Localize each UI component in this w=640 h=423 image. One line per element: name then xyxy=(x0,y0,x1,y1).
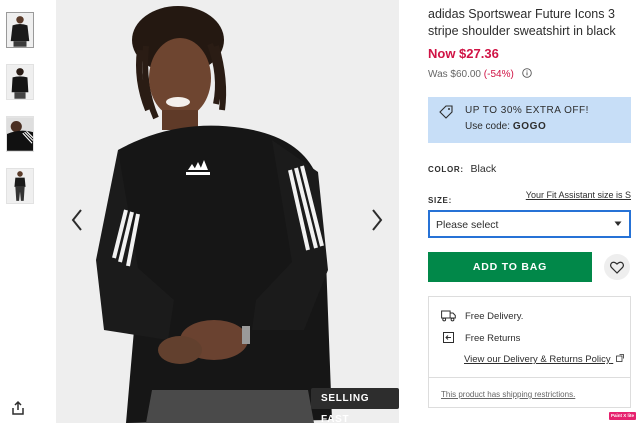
heart-icon xyxy=(610,261,624,274)
product-main-image: SELLING FAST xyxy=(56,0,399,423)
size-row: SIZE: Your Fit Assistant size is S xyxy=(428,190,633,205)
current-price: Now $27.36 xyxy=(428,46,499,61)
promo-code-prefix: Use code: xyxy=(465,121,511,132)
chevron-down-icon xyxy=(614,221,622,226)
product-photo xyxy=(56,0,399,423)
fit-assistant-link[interactable]: Your Fit Assistant size is S xyxy=(526,190,631,200)
returns-icon xyxy=(443,332,454,343)
paint-x-lite-badge: Paint X lite xyxy=(609,412,637,420)
promo-banner: UP TO 30% EXTRA OFF! Use code: GOGO xyxy=(428,97,631,143)
color-value: Black xyxy=(470,163,497,175)
share-icon[interactable] xyxy=(10,400,26,416)
selling-fast-badge: SELLING FAST xyxy=(311,388,399,423)
thumbnail-detail[interactable] xyxy=(6,116,34,152)
discount-percent: (-54%) xyxy=(483,69,514,80)
free-returns-text: Free Returns xyxy=(465,333,521,344)
was-price: Was $60.00 xyxy=(428,69,481,80)
external-link-icon xyxy=(616,354,625,362)
size-select[interactable]: Please select xyxy=(428,210,631,238)
next-image-button[interactable] xyxy=(368,207,386,233)
delivery-policy-text: View our Delivery & Returns Policy xyxy=(464,354,611,365)
free-delivery-text: Free Delivery. xyxy=(465,311,524,322)
delivery-policy-link[interactable]: View our Delivery & Returns Policy xyxy=(464,354,625,365)
promo-headline: UP TO 30% EXTRA OFF! xyxy=(465,105,589,116)
delivery-divider xyxy=(429,377,630,378)
thumbnail-full[interactable] xyxy=(6,168,34,204)
shipping-restrictions-link[interactable]: This product has shipping restrictions. xyxy=(441,390,575,399)
delivery-box: Free Delivery. Free Returns View our Del… xyxy=(428,296,631,408)
truck-icon xyxy=(441,310,456,322)
color-label: COLOR: xyxy=(428,165,464,174)
save-for-later-button[interactable] xyxy=(604,254,630,280)
promo-code: GOGO xyxy=(512,121,547,132)
chevron-right-icon xyxy=(372,209,383,231)
size-label: SIZE: xyxy=(428,196,452,205)
add-to-bag-button[interactable]: ADD TO BAG xyxy=(428,252,592,282)
previous-price: Was $60.00 (-54%) xyxy=(428,68,532,80)
previous-image-button[interactable] xyxy=(68,207,86,233)
info-icon[interactable] xyxy=(521,68,532,78)
thumbnail-back[interactable] xyxy=(6,64,34,100)
chevron-left-icon xyxy=(71,209,82,231)
tag-icon xyxy=(439,105,453,119)
size-select-value: Please select xyxy=(436,219,499,231)
thumbnail-front[interactable] xyxy=(6,12,34,48)
promo-code-line: Use code: GOGO xyxy=(465,121,546,132)
product-title: adidas Sportswear Future Icons 3 stripe … xyxy=(428,7,616,38)
color-row: COLOR: Black xyxy=(428,163,496,175)
